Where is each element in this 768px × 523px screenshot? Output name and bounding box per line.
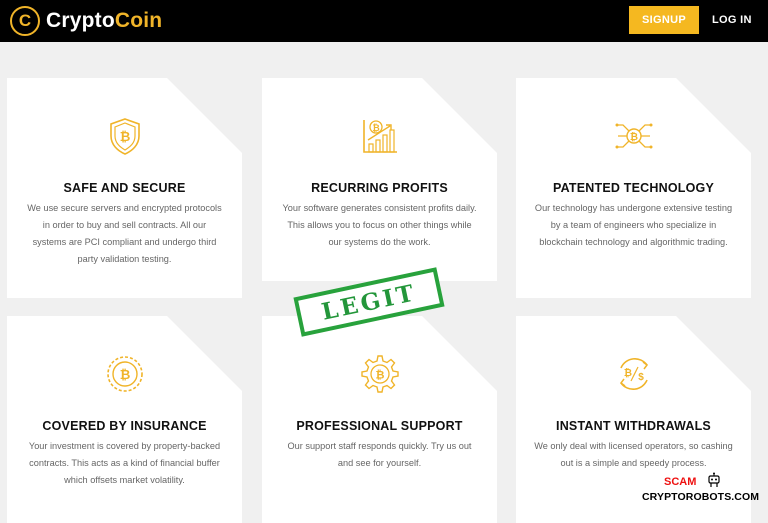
svg-text:₿: ₿ <box>372 123 379 133</box>
svg-text:₿: ₿ <box>119 367 130 382</box>
feature-card-patented-technology: ₿ PATENTED TECHNOLOGY Our technology has… <box>516 78 751 298</box>
svg-text:₿: ₿ <box>375 370 384 382</box>
top-navbar: C CryptoCoin SIGNUP LOG IN <box>0 0 768 42</box>
feature-title: INSTANT WITHDRAWALS <box>556 419 711 433</box>
feature-card-safe-secure: ₿ SAFE AND SECURE We use secure servers … <box>7 78 242 298</box>
feature-description: We only deal with licensed operators, so… <box>534 441 733 468</box>
bitcoin-gear-icon: ₿ <box>360 355 399 393</box>
feature-title: RECURRING PROFITS <box>311 181 448 195</box>
feature-card-covered-insurance: ₿ COVERED BY INSURANCE Your investment i… <box>7 316 242 523</box>
scam-label: SCAM <box>664 476 697 488</box>
brand-name-part1: Crypto <box>46 9 115 32</box>
bitcoin-coin-icon: ₿ <box>106 356 143 392</box>
bitcoin-dollar-exchange-icon: ₿ $ <box>619 358 648 390</box>
bitcoin-growth-chart-icon: ₿ <box>362 120 397 153</box>
watermark-site-name: CRYPTOROBOTS.COM <box>642 491 760 503</box>
feature-title: PROFESSIONAL SUPPORT <box>296 419 463 433</box>
feature-description: Our technology has undergone extensive t… <box>534 203 733 247</box>
bitcoin-circuit-icon: ₿ <box>615 123 652 149</box>
crypto-coin-logo-icon: C <box>10 6 40 36</box>
feature-description: Our support staff responds quickly. Try … <box>287 441 472 468</box>
signup-button[interactable]: SIGNUP <box>629 6 699 34</box>
bitcoin-shield-icon: ₿ <box>109 118 140 155</box>
brand-logo[interactable]: C CryptoCoin <box>10 6 162 36</box>
svg-text:$: $ <box>638 372 644 383</box>
feature-title: PATENTED TECHNOLOGY <box>553 181 714 195</box>
feature-description: Your software generates consistent profi… <box>282 203 477 247</box>
robot-icon <box>708 472 720 487</box>
feature-description: We use secure servers and encrypted prot… <box>27 203 222 264</box>
cryptorobots-watermark: SCAM CRYPTOROBOTS.COM <box>638 472 760 506</box>
svg-text:₿: ₿ <box>629 131 637 143</box>
feature-description: Your investment is covered by property-b… <box>28 441 221 485</box>
brand-name-part2: Coin <box>114 9 163 32</box>
feature-title: SAFE AND SECURE <box>63 181 186 195</box>
svg-text:₿: ₿ <box>623 367 631 379</box>
svg-text:₿: ₿ <box>119 129 130 144</box>
feature-title: COVERED BY INSURANCE <box>42 419 207 433</box>
feature-card-recurring-profits: ₿ RECURRING PROFITS Your software genera… <box>262 78 497 281</box>
login-link[interactable]: LOG IN <box>712 6 752 34</box>
feature-card-professional-support: ₿ PROFESSIONAL SUPPORT Our support staff… <box>262 316 497 523</box>
brand-name: CryptoCoin <box>46 9 162 33</box>
